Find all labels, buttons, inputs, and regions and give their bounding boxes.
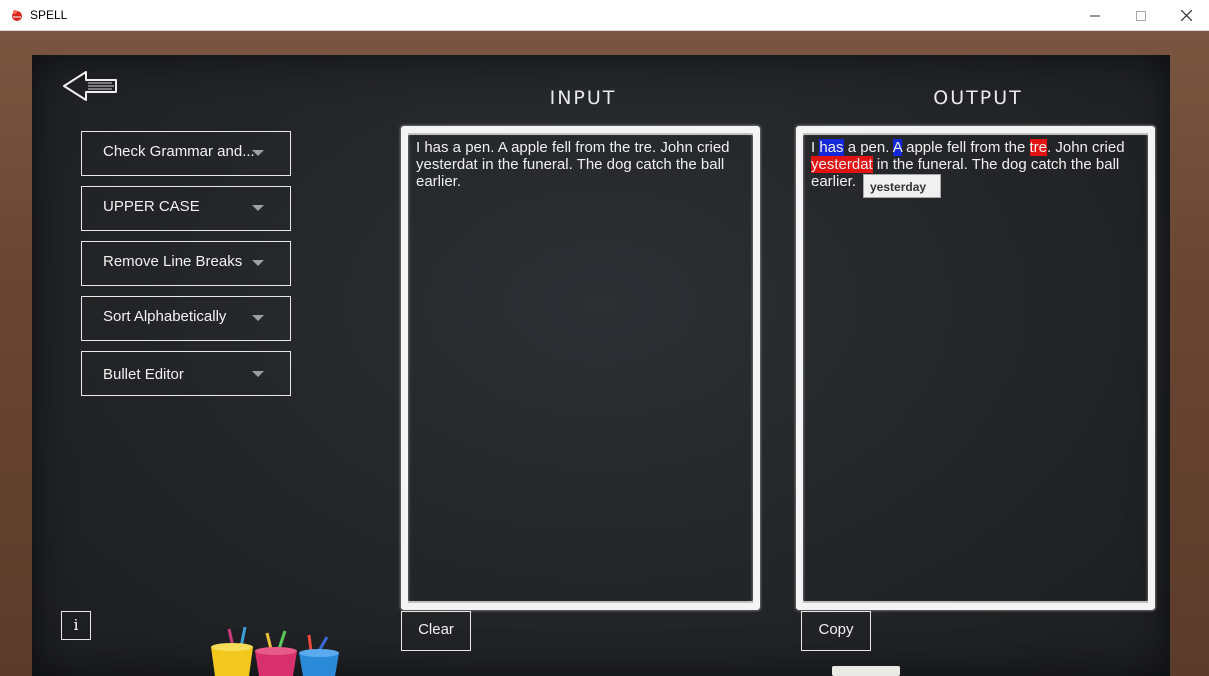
pencil-cups-icon xyxy=(211,626,339,676)
clear-button[interactable]: Clear xyxy=(401,611,471,651)
chevron-down-icon xyxy=(252,150,264,156)
bullet-editor-label: Bullet Editor xyxy=(103,366,184,383)
spelling-error-highlight[interactable]: tre xyxy=(1029,139,1048,156)
output-segment: apple fell from the xyxy=(901,139,1030,156)
input-textarea[interactable]: I has a pen. A apple fell from the tre. … xyxy=(416,139,738,190)
chalk-piece xyxy=(832,666,900,676)
back-arrow-icon[interactable] xyxy=(62,68,120,104)
remove-line-breaks-label: Remove Line Breaks xyxy=(103,253,243,270)
close-icon xyxy=(1180,10,1192,21)
upper-case-label: UPPER CASE xyxy=(103,198,200,215)
grammar-error-highlight[interactable]: has xyxy=(819,139,844,156)
minimize-icon xyxy=(1090,15,1100,16)
check-grammar-label: Check Grammar and... xyxy=(103,143,255,160)
output-chalk-frame-inner xyxy=(801,133,1150,603)
chevron-down-icon xyxy=(252,315,264,321)
window-title: SPELL xyxy=(30,8,68,22)
bullet-editor-dropdown[interactable]: Bullet Editor xyxy=(81,351,291,396)
minimize-button[interactable] xyxy=(1072,0,1118,31)
title-bar: SPELL xyxy=(0,0,1209,31)
input-chalk-frame-inner xyxy=(406,133,755,603)
app-logo-icon xyxy=(12,10,22,21)
output-textarea[interactable]: I has a pen. A apple fell from the tre. … xyxy=(811,139,1133,190)
chevron-down-icon xyxy=(252,260,264,266)
output-title: OUTPUT xyxy=(933,87,1023,109)
info-button[interactable]: i xyxy=(61,611,91,640)
remove-line-breaks-dropdown[interactable]: Remove Line Breaks xyxy=(81,241,291,286)
maximize-button[interactable] xyxy=(1118,0,1164,31)
output-segment: a pen. xyxy=(843,139,893,156)
spelling-suggestion-popup[interactable]: yesterday xyxy=(863,174,941,198)
input-title: INPUT xyxy=(549,87,617,109)
copy-button[interactable]: Copy xyxy=(801,611,871,651)
grammar-error-highlight[interactable]: A xyxy=(892,139,902,156)
chevron-down-icon xyxy=(252,371,264,377)
check-grammar-dropdown[interactable]: Check Grammar and... xyxy=(81,131,291,176)
output-segment: . John cried xyxy=(1047,139,1125,156)
upper-case-dropdown[interactable]: UPPER CASE xyxy=(81,186,291,231)
sort-alphabetically-label: Sort Alphabetically xyxy=(103,308,227,325)
sort-alphabetically-dropdown[interactable]: Sort Alphabetically xyxy=(81,296,291,341)
spelling-error-highlight[interactable]: yesterdat xyxy=(811,156,873,173)
close-button[interactable] xyxy=(1163,0,1209,31)
maximize-icon xyxy=(1136,10,1146,21)
chevron-down-icon xyxy=(252,205,264,211)
